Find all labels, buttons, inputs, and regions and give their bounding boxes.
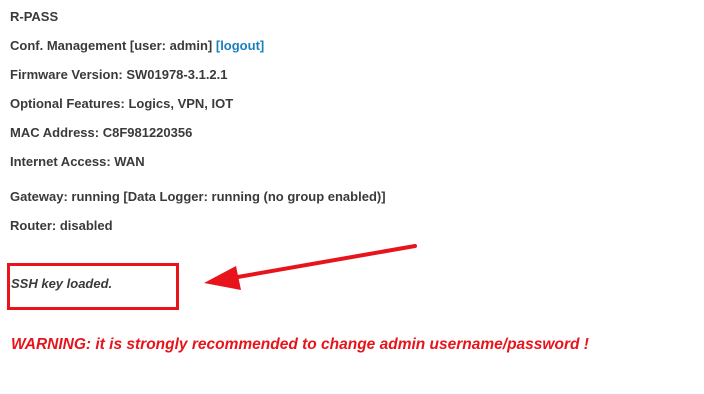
annotation-arrow-icon: [204, 244, 417, 290]
warning-message: WARNING: it is strongly recommended to c…: [11, 336, 589, 353]
